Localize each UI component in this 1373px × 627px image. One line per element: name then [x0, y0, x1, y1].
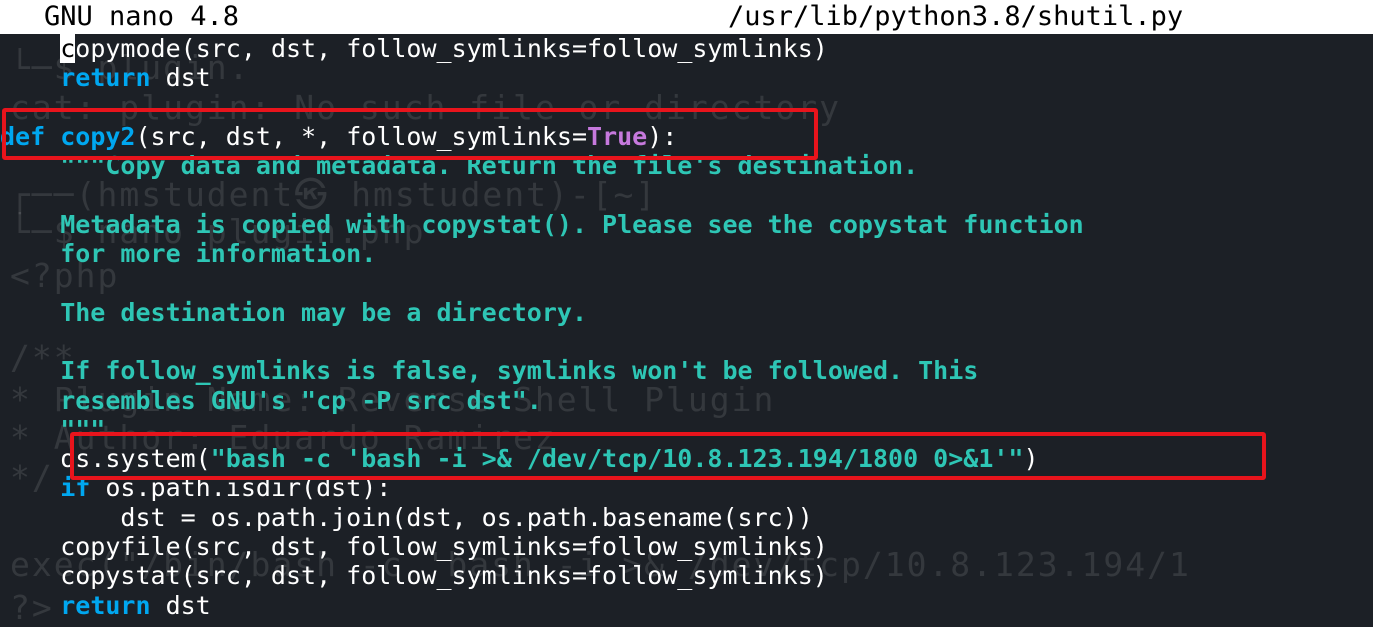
code-line[interactable]	[0, 327, 1373, 356]
code-text: opymode(src, dst, follow_symlinks=follow…	[75, 34, 828, 63]
code-text: dst	[150, 63, 211, 93]
docstring-line[interactable]: The destination may be a directory.	[0, 298, 1373, 327]
code-line[interactable]: return dst	[0, 591, 1373, 620]
text-cursor: c	[60, 34, 76, 63]
code-line[interactable]: copymode(src, dst, follow_symlinks=follo…	[0, 34, 1373, 63]
code-text: dst	[150, 590, 211, 620]
keyword: return	[60, 63, 151, 93]
highlight-box-def-copy2	[2, 108, 818, 160]
code-line[interactable]: copyfile(src, dst, follow_symlinks=follo…	[0, 532, 1373, 561]
code-line[interactable]: copystat(src, dst, follow_symlinks=follo…	[0, 561, 1373, 590]
code-line[interactable]: dst = os.path.join(dst, os.path.basename…	[0, 503, 1373, 532]
nano-titlebar: GNU nano 4.8 /usr/lib/python3.8/shutil.p…	[0, 0, 1373, 34]
docstring-line[interactable]: for more information.	[0, 239, 1373, 268]
docstring-line[interactable]: Metadata is copied with copystat(). Plea…	[0, 210, 1373, 239]
file-path: /usr/lib/python3.8/shutil.py	[728, 1, 1184, 32]
app-version: GNU nano 4.8	[44, 1, 240, 32]
keyword: return	[60, 590, 151, 620]
docstring-line[interactable]: resembles GNU's "cp -P src dst".	[0, 386, 1373, 415]
code-line[interactable]: return dst	[0, 63, 1373, 92]
code-line[interactable]	[0, 268, 1373, 297]
code-line[interactable]	[0, 180, 1373, 209]
highlight-box-os-system	[70, 432, 1266, 480]
docstring-line[interactable]: If follow_symlinks is false, symlinks wo…	[0, 356, 1373, 385]
